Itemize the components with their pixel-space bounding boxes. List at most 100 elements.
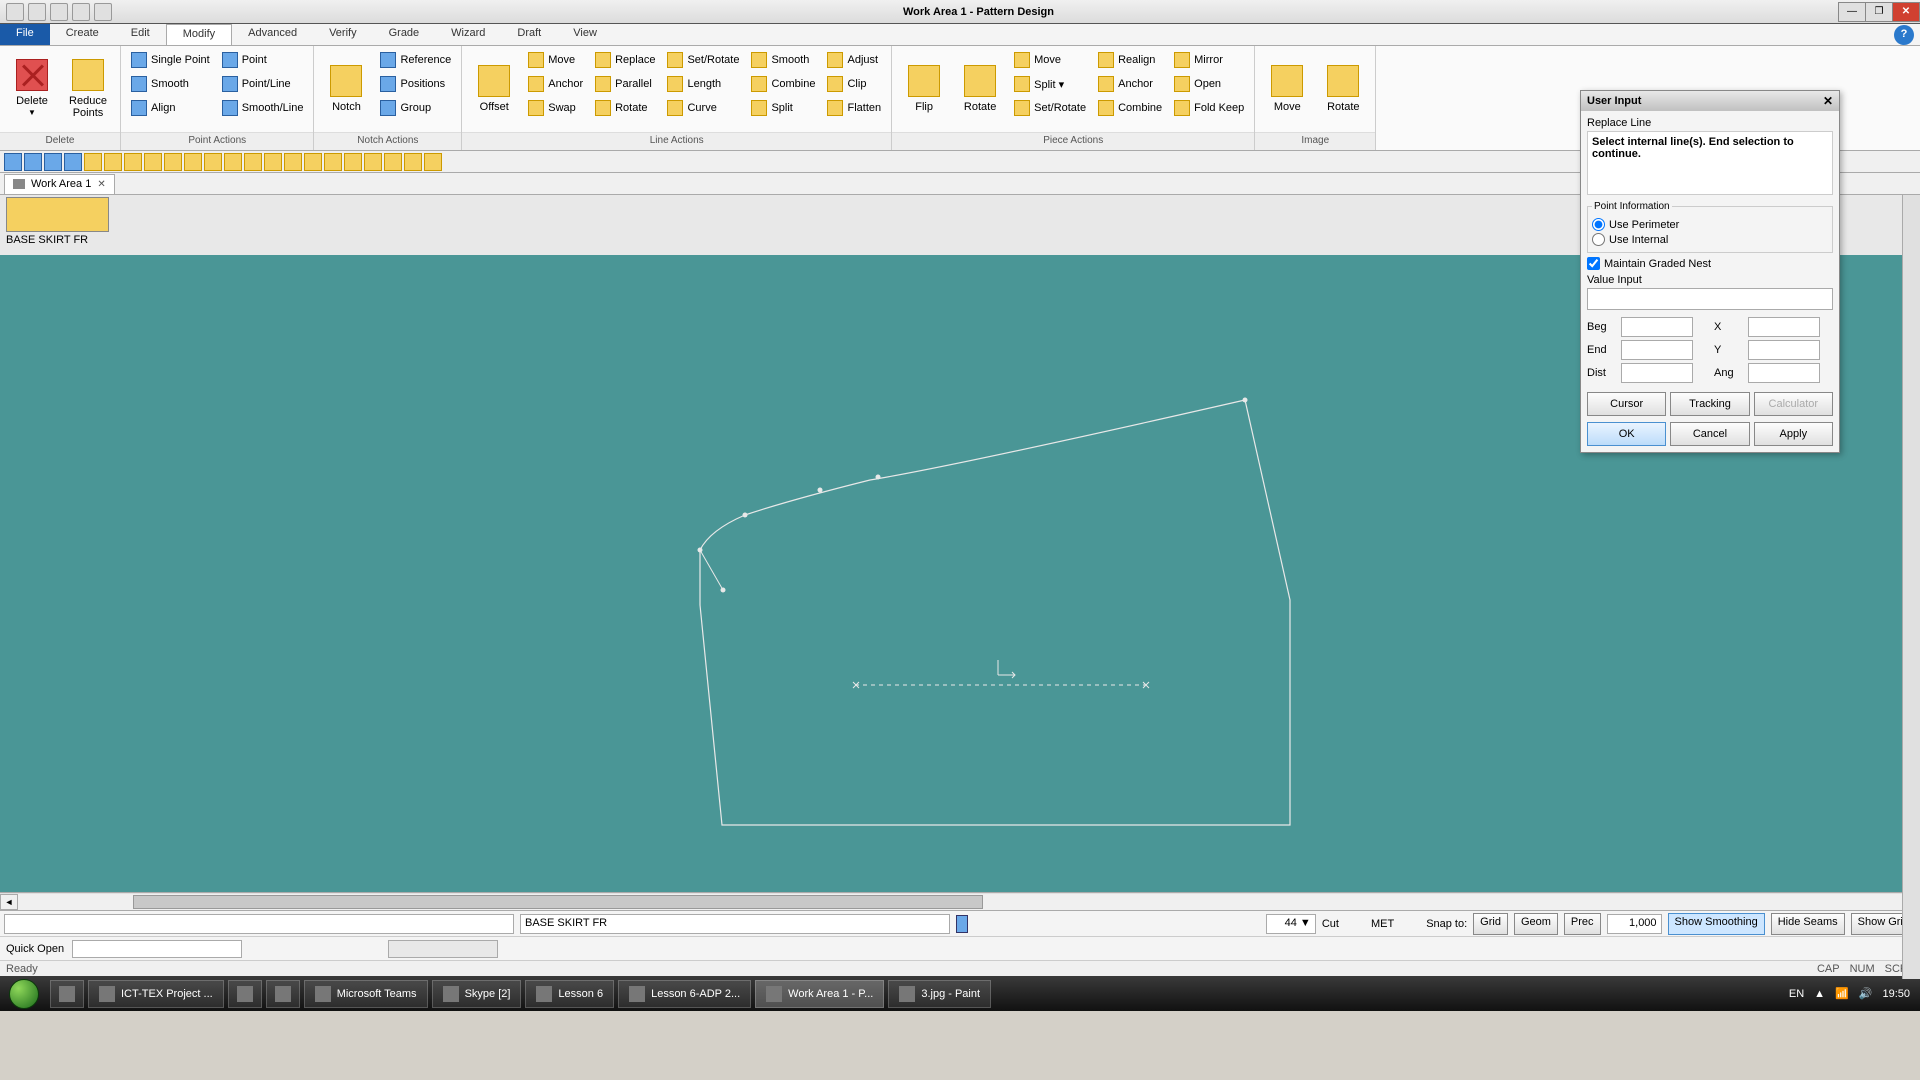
tab-edit[interactable]: Edit	[115, 24, 166, 45]
clip-button[interactable]: Clip	[823, 73, 885, 95]
split-line-button[interactable]: Split	[747, 97, 819, 119]
cancel-button[interactable]: Cancel	[1670, 422, 1749, 446]
show-smoothing-button[interactable]: Show Smoothing	[1668, 913, 1765, 935]
horizontal-scrollbar[interactable]: ◄ ►	[0, 892, 1920, 910]
maintain-graded-nest-check[interactable]: Maintain Graded Nest	[1587, 257, 1833, 270]
tracking-button[interactable]: Tracking	[1670, 392, 1749, 416]
smooth-point-button[interactable]: Smooth	[127, 73, 214, 95]
point-line-button[interactable]: Point/Line	[218, 73, 308, 95]
point-button[interactable]: Point	[218, 49, 308, 71]
tool-12-icon[interactable]	[304, 153, 322, 171]
x-field[interactable]	[1748, 317, 1820, 337]
taskbar-skype[interactable]: Skype [2]	[432, 980, 522, 1008]
end-field[interactable]	[1621, 340, 1693, 360]
doc-tab-close-icon[interactable]: ✕	[97, 179, 105, 190]
taskbar-explorer[interactable]	[50, 980, 84, 1008]
tool-16-icon[interactable]	[384, 153, 402, 171]
size-field[interactable]: 44 ▼	[1266, 914, 1316, 934]
tab-grade[interactable]: Grade	[373, 24, 436, 45]
rotate-piece-button[interactable]: Rotate	[954, 49, 1006, 129]
snap-grid-button[interactable]: Grid	[1473, 913, 1508, 935]
snap-prec-button[interactable]: Prec	[1564, 913, 1601, 935]
piece-thumbnail-card[interactable]: BASE SKIRT FR	[6, 197, 109, 248]
app-icon[interactable]	[6, 3, 24, 21]
tab-wizard[interactable]: Wizard	[435, 24, 501, 45]
replace-button[interactable]: Replace	[591, 49, 659, 71]
open-button[interactable]: Open	[1170, 73, 1248, 95]
precision-field[interactable]: 1,000	[1607, 914, 1662, 934]
tool-4-icon[interactable]	[144, 153, 162, 171]
flatten-button[interactable]: Flatten	[823, 97, 885, 119]
tool-7-icon[interactable]	[204, 153, 222, 171]
hide-seams-button[interactable]: Hide Seams	[1771, 913, 1845, 935]
reference-button[interactable]: Reference	[376, 49, 455, 71]
undo-icon[interactable]	[50, 3, 68, 21]
smooth-line2-button[interactable]: Smooth	[747, 49, 819, 71]
taskbar-teams[interactable]: Microsoft Teams	[304, 980, 428, 1008]
tray-up-icon[interactable]: ▲	[1814, 988, 1825, 1000]
undo-tool-icon[interactable]	[4, 153, 22, 171]
tool-10-icon[interactable]	[264, 153, 282, 171]
ang-field[interactable]	[1748, 363, 1820, 383]
snap-geom-button[interactable]: Geom	[1514, 913, 1558, 935]
parallel-button[interactable]: Parallel	[591, 73, 659, 95]
tool-8-icon[interactable]	[224, 153, 242, 171]
cursor-button[interactable]: Cursor	[1587, 392, 1666, 416]
anchor-piece-button[interactable]: Anchor	[1094, 73, 1166, 95]
network-icon[interactable]: 📶	[1835, 987, 1849, 1000]
save-icon[interactable]	[28, 3, 46, 21]
mirror-button[interactable]: Mirror	[1170, 49, 1248, 71]
y-field[interactable]	[1748, 340, 1820, 360]
length-button[interactable]: Length	[663, 73, 743, 95]
tool-13-icon[interactable]	[324, 153, 342, 171]
vertical-scrollbar[interactable]	[1902, 195, 1920, 979]
clock[interactable]: 19:50	[1882, 988, 1910, 1000]
minimize-button[interactable]: —	[1838, 2, 1866, 22]
tab-verify[interactable]: Verify	[313, 24, 373, 45]
flip-button[interactable]: Flip	[898, 49, 950, 129]
panel-close-icon[interactable]: ✕	[1823, 94, 1833, 108]
redo-icon[interactable]	[72, 3, 90, 21]
calculator-button[interactable]: Calculator	[1754, 392, 1833, 416]
tool-9-icon[interactable]	[244, 153, 262, 171]
taskbar-work-area[interactable]: Work Area 1 - P...	[755, 980, 884, 1008]
tab-draft[interactable]: Draft	[501, 24, 557, 45]
offset-button[interactable]: Offset	[468, 49, 520, 129]
scroll-thumb[interactable]	[133, 895, 983, 909]
print-icon[interactable]	[94, 3, 112, 21]
group-button[interactable]: Group	[376, 97, 455, 119]
taskbar-app2[interactable]	[266, 980, 300, 1008]
move-piece-button[interactable]: Move	[1010, 49, 1090, 71]
align-button[interactable]: Align	[127, 97, 214, 119]
language-indicator[interactable]: EN	[1789, 988, 1804, 1000]
tool-14-icon[interactable]	[344, 153, 362, 171]
single-point-button[interactable]: Single Point	[127, 49, 214, 71]
tab-modify[interactable]: Modify	[166, 24, 232, 45]
picker-button[interactable]	[956, 915, 968, 933]
quick-open-field[interactable]	[72, 940, 242, 958]
doc-tab-work-area-1[interactable]: Work Area 1 ✕	[4, 174, 115, 194]
realign-button[interactable]: Realign	[1094, 49, 1166, 71]
tab-file[interactable]: File	[0, 24, 50, 45]
fold-keep-button[interactable]: Fold Keep	[1170, 97, 1248, 119]
tool-15-icon[interactable]	[364, 153, 382, 171]
move-line-button[interactable]: Move	[524, 49, 587, 71]
rotate-line-button[interactable]: Rotate	[591, 97, 659, 119]
taskbar-ict-tex[interactable]: ICT-TEX Project ...	[88, 980, 224, 1008]
tool-17-icon[interactable]	[404, 153, 422, 171]
split-piece-button[interactable]: Split ▾	[1010, 73, 1090, 95]
tool-2-icon[interactable]	[104, 153, 122, 171]
tool-1-icon[interactable]	[84, 153, 102, 171]
tool-5-icon[interactable]	[164, 153, 182, 171]
tool-dropdown-icon[interactable]	[424, 153, 442, 171]
help-icon[interactable]: ?	[1894, 25, 1914, 45]
combine-line-button[interactable]: Combine	[747, 73, 819, 95]
zoom-in-icon[interactable]	[24, 153, 42, 171]
anchor-line-button[interactable]: Anchor	[524, 73, 587, 95]
combine-piece-button[interactable]: Combine	[1094, 97, 1166, 119]
smooth-line-button[interactable]: Smooth/Line	[218, 97, 308, 119]
zoom-out-icon[interactable]	[44, 153, 62, 171]
tab-advanced[interactable]: Advanced	[232, 24, 313, 45]
taskbar-lesson6-adp[interactable]: Lesson 6-ADP 2...	[618, 980, 751, 1008]
use-perimeter-radio[interactable]: Use Perimeter	[1592, 218, 1828, 231]
